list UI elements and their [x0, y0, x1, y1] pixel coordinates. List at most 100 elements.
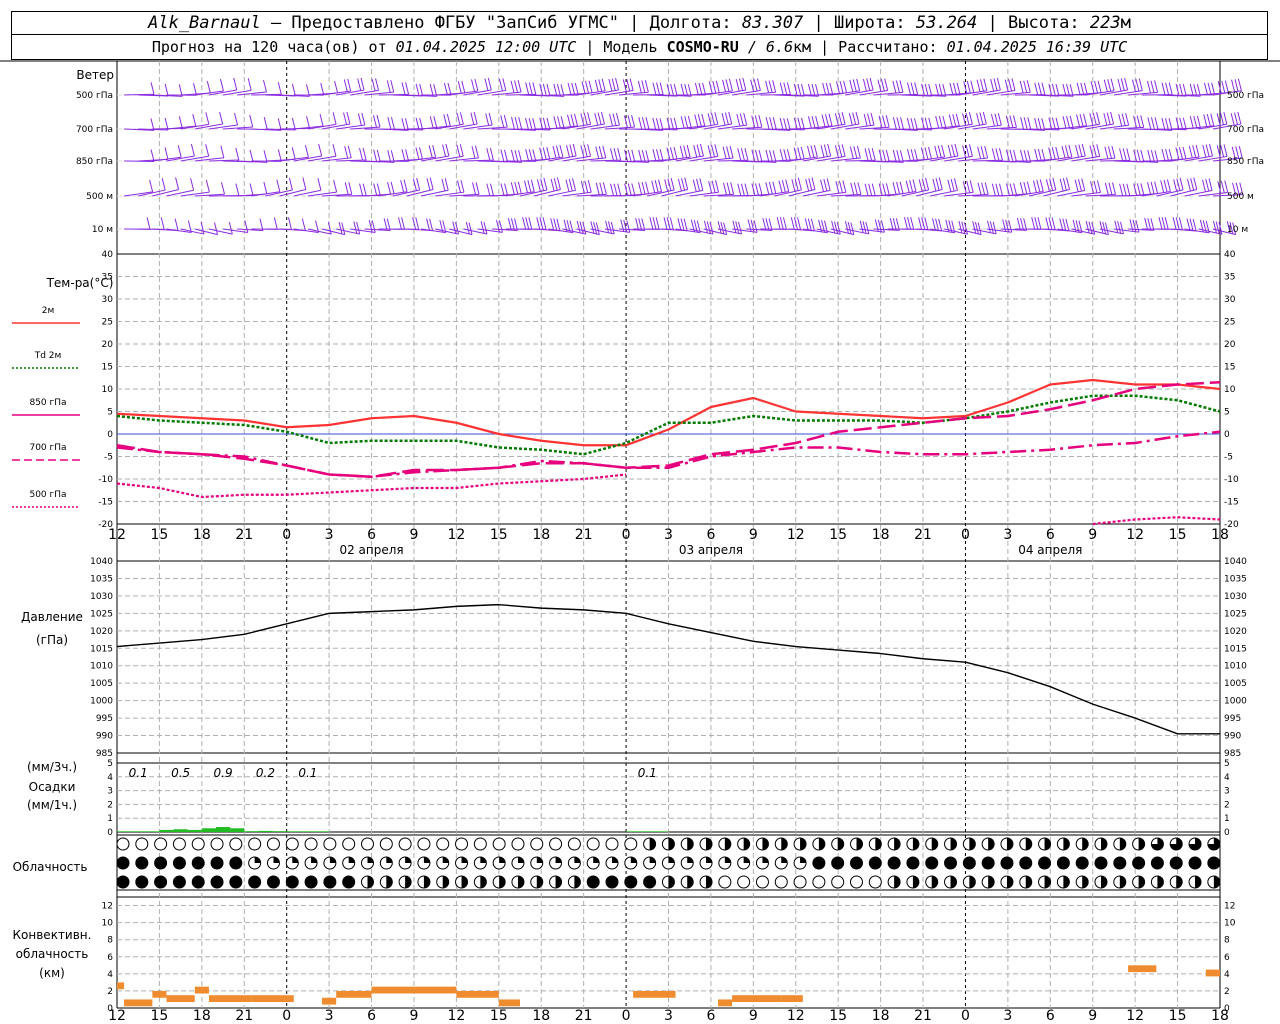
date-label: 03 апреля — [679, 543, 743, 557]
cloud-cover-circle — [172, 875, 186, 889]
wind-barb-flag — [673, 147, 678, 160]
wind-barb-flag — [542, 117, 547, 130]
wind-barb-flag — [912, 179, 917, 192]
wind-barb-flag — [1168, 149, 1173, 162]
wind-barb-flag — [1066, 177, 1071, 190]
wind-barb-flag — [543, 177, 548, 191]
cloud-cover-fill — [724, 857, 731, 863]
wind-level-label-right: 500 м — [1227, 192, 1254, 202]
cloud-cover-circle — [266, 875, 280, 889]
precip-tick-right: 4 — [1224, 773, 1230, 783]
cloud-cover-fill — [536, 876, 543, 888]
bottom-x-tick-label: 6 — [1046, 1008, 1055, 1024]
wind-barb-flag — [1206, 114, 1211, 127]
temp-x-tick-label: 3 — [325, 527, 334, 543]
temp-x-tick-label: 6 — [706, 527, 715, 543]
wind-barb-flag — [853, 182, 858, 195]
cloud-cover-fill — [480, 876, 487, 888]
wind-barb-flag — [658, 179, 663, 192]
cloud-cover-circle — [191, 856, 205, 870]
wind-barb-flag — [1034, 149, 1039, 162]
wind-barb-flag — [903, 217, 908, 230]
pressure-tick-left: 1015 — [90, 644, 113, 654]
cloud-cover-circle — [1188, 856, 1202, 870]
wind-barb-flag — [343, 79, 348, 92]
wind-barb-flag — [587, 180, 592, 193]
wind-barb-flag — [1026, 80, 1031, 93]
bottom-x-tick-label: 21 — [235, 1008, 253, 1024]
wind-barb-flag — [457, 81, 462, 94]
precip-tick-right: 1 — [1224, 814, 1230, 824]
wind-barb-flag — [1223, 144, 1228, 157]
wind-barb-flag — [415, 217, 420, 230]
cloud-cover-fill — [555, 876, 562, 888]
wind-barb-flag — [914, 82, 919, 95]
wind-barb-flag — [1083, 82, 1088, 96]
temp-x-tick-label: 15 — [1169, 527, 1187, 543]
wind-barb-flag — [1202, 145, 1207, 158]
wind-barb-flag — [910, 82, 915, 95]
wind-barb-flag — [585, 81, 590, 94]
wind-barb-flag — [1140, 115, 1145, 128]
wind-barb-flag — [288, 177, 293, 191]
bottom-x-tick-label: 12 — [1126, 1008, 1144, 1024]
wind-barb-flag — [739, 113, 744, 126]
pressure-unit: (гПа) — [36, 633, 68, 647]
wind-barb-flag — [249, 183, 254, 196]
wind-barb-flag — [403, 179, 408, 192]
wind-barb-flag — [758, 183, 763, 196]
wind-barb-flag — [334, 80, 339, 94]
wind-barb-flag — [1083, 113, 1087, 126]
bottom-x-tick-label: 0 — [622, 1008, 631, 1024]
temp-tick-right: 35 — [1224, 273, 1235, 283]
wind-barb-flag — [1016, 217, 1021, 231]
wind-barb-flag — [862, 79, 867, 92]
cloud-cover-fill — [687, 857, 694, 863]
wind-barb-flag — [811, 177, 816, 190]
wind-barb-flag — [262, 79, 267, 93]
wind-barb-flag — [666, 217, 671, 230]
wind-barb-flag — [1158, 217, 1163, 230]
cloud-cover-fill — [1157, 876, 1164, 888]
precip-bar — [187, 829, 202, 832]
wind-barb-flag — [178, 116, 183, 129]
wind-barb-flag — [373, 183, 378, 196]
wind-barb-flag — [1106, 112, 1111, 125]
cloud-cover-fill — [386, 876, 393, 888]
wind-barb-flag — [865, 221, 870, 235]
wind-barb-flag — [1117, 79, 1122, 92]
wind-barb-flag — [1051, 147, 1056, 160]
wind-barb-flag — [343, 112, 348, 125]
wind-barb-flag — [542, 217, 547, 230]
temp-tick-left: -5 — [104, 453, 113, 463]
wind-barb-flag — [1055, 146, 1060, 160]
wind-barb-flag — [638, 117, 643, 130]
wind-barb-flag — [645, 117, 650, 130]
wind-barb-flag — [401, 149, 406, 162]
wind-barb-flag — [880, 220, 885, 233]
cloud-cover-circle — [981, 856, 995, 870]
wind-barb-flag — [762, 217, 767, 231]
wind-barb-flag — [807, 116, 812, 129]
wind-barb-flag — [1120, 78, 1125, 91]
wind-barb-flag — [583, 144, 588, 157]
wind-barb-flag — [924, 217, 929, 230]
bottom-x-tick-label: 15 — [151, 1008, 169, 1024]
wind-barb-flag — [1036, 179, 1041, 193]
cloud-cover-fill — [574, 876, 581, 888]
wind-barb-flag — [1069, 115, 1074, 129]
wind-barb-flag — [1023, 181, 1028, 195]
wind-barb-flag — [193, 83, 197, 96]
bottom-x-tick-label: 3 — [1003, 1008, 1012, 1024]
wind-barb-flag — [956, 82, 961, 96]
wind-barb-flag — [507, 218, 512, 231]
wind-barb-flag — [432, 145, 437, 158]
wind-barb-flag — [164, 83, 169, 97]
wind-barb-flag — [715, 80, 720, 93]
wind-barb-flag — [906, 149, 911, 162]
wind-barb-flag — [979, 79, 984, 92]
temp-x-tick-label: 6 — [1046, 527, 1055, 543]
wind-barb-flag — [419, 147, 423, 160]
wind-barb-flag — [829, 82, 834, 96]
cloud-cover-circle — [135, 875, 149, 889]
